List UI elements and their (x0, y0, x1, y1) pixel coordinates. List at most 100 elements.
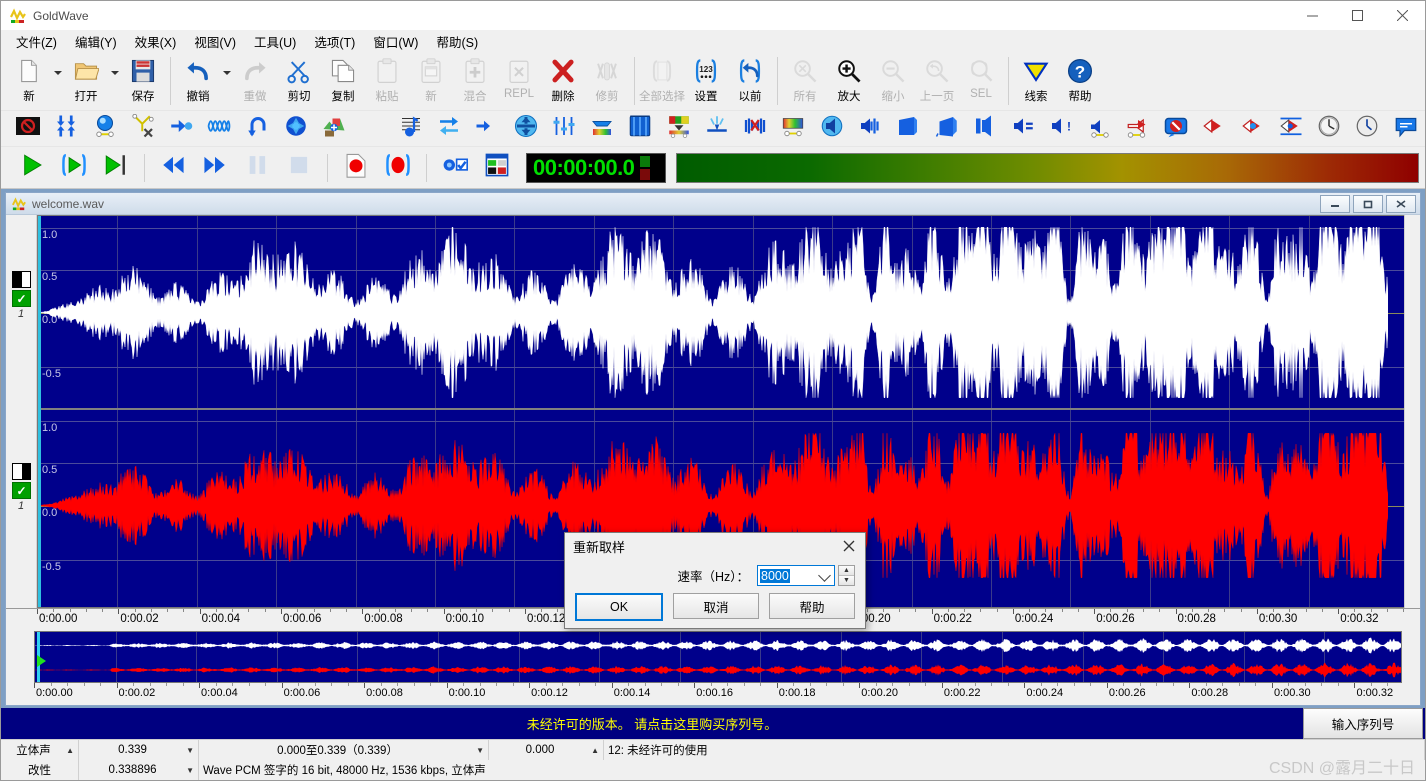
fx-pitch[interactable] (1157, 113, 1195, 144)
menu-effects[interactable]: 效果(X) (126, 30, 186, 53)
fx-chorus[interactable] (966, 113, 1004, 144)
fx-stereo[interactable] (1119, 113, 1157, 144)
fx-shape-volume[interactable] (392, 113, 430, 144)
rate-combobox[interactable]: 8000 (757, 565, 835, 586)
transport-play-to-end[interactable] (95, 151, 137, 185)
rate-spinner[interactable]: ▲ ▼ (838, 565, 855, 586)
spinner-up-icon[interactable]: ▲ (839, 566, 854, 576)
wave-close-button[interactable] (1386, 195, 1416, 213)
wave-minimize-button[interactable] (1320, 195, 1350, 213)
toolbar-delete[interactable]: 删除 (541, 52, 585, 110)
close-button[interactable] (1380, 1, 1425, 30)
transport-play-selection[interactable] (53, 151, 95, 185)
fx-equalizer[interactable] (506, 113, 544, 144)
ok-button[interactable]: OK (575, 593, 663, 621)
channel-right-enable-checkbox[interactable]: ✓ (12, 482, 31, 499)
fx-channel-mixer[interactable] (124, 113, 162, 144)
fx-comment[interactable] (1387, 113, 1425, 144)
fx-mute[interactable] (1195, 113, 1233, 144)
cancel-button[interactable]: 取消 (673, 593, 759, 619)
toolbar-cue[interactable]: 线索 (1014, 52, 1058, 110)
status-time[interactable]: 0.338896 ▼ (79, 760, 199, 780)
transport-record[interactable] (377, 151, 419, 185)
fx-spectrum-filter[interactable] (621, 113, 659, 144)
fx-envelope[interactable] (200, 113, 238, 144)
status-length[interactable]: 0.339 ▼ (79, 740, 199, 760)
fx-maximize[interactable] (315, 113, 353, 144)
menu-help[interactable]: 帮助(S) (427, 30, 487, 53)
fx-none[interactable] (9, 113, 47, 144)
status-length-dropdown-icon[interactable]: ▼ (186, 746, 194, 755)
fx-smoother[interactable] (736, 113, 774, 144)
toolbar-open[interactable]: 打开 (64, 52, 108, 110)
nag-message[interactable]: 未经许可的版本。 请点击这里购买序列号。 (1, 714, 1303, 733)
help-button[interactable]: 帮助 (769, 593, 855, 619)
fx-dynamics2[interactable] (813, 113, 851, 144)
minimize-button[interactable] (1290, 1, 1335, 30)
status-selection[interactable]: 0.000至0.339（0.339） ▼ (199, 740, 489, 760)
menu-file[interactable]: 文件(Z) (7, 30, 66, 53)
transport-rewind[interactable] (152, 151, 194, 185)
fx-pitch-shift[interactable] (1310, 113, 1348, 144)
vertical-scrollbar[interactable] (1404, 215, 1420, 608)
fx-bandpass[interactable] (545, 113, 583, 144)
dialog-close-button[interactable] (833, 533, 865, 559)
playback-cursor[interactable] (38, 216, 41, 607)
fx-resample[interactable] (1234, 113, 1272, 144)
toolbar-set[interactable]: 123 设置 (684, 52, 728, 110)
transport-record-new[interactable] (335, 151, 377, 185)
fx-match-volume[interactable] (277, 113, 315, 144)
fx-flanger[interactable] (889, 113, 927, 144)
fx-fade-in[interactable] (239, 113, 277, 144)
fx-echo[interactable] (851, 113, 889, 144)
status-selection-dropdown-icon[interactable]: ▼ (476, 746, 484, 755)
fx-reverb[interactable] (927, 113, 965, 144)
toolbar-undo[interactable]: 撤销 (176, 52, 220, 110)
channel-left-enable-checkbox[interactable]: ✓ (12, 290, 31, 307)
menu-window[interactable]: 窗口(W) (364, 30, 427, 53)
chevron-down-icon[interactable] (51, 52, 64, 110)
menu-edit[interactable]: 编辑(Y) (66, 30, 126, 53)
maximize-button[interactable] (1335, 1, 1380, 30)
transport-control-panel[interactable] (476, 151, 518, 185)
menu-tools[interactable]: 工具(U) (245, 30, 305, 53)
fx-time-stretch[interactable] (1348, 113, 1386, 144)
transport-fast-forward[interactable] (194, 151, 236, 185)
menu-options[interactable]: 选项(T) (305, 30, 364, 53)
wave-restore-button[interactable] (1353, 195, 1383, 213)
fx-dynamics[interactable] (162, 113, 200, 144)
fx-pan[interactable] (353, 113, 391, 144)
fx-offset[interactable] (468, 113, 506, 144)
fx-directional[interactable] (1004, 113, 1042, 144)
spinner-down-icon[interactable]: ▼ (839, 576, 854, 585)
fx-noise-reduction[interactable] (660, 113, 698, 144)
fx-filter-gate[interactable] (583, 113, 621, 144)
fx-auto-gain[interactable] (86, 113, 124, 144)
fx-volume[interactable] (47, 113, 85, 144)
toolbar-new[interactable]: 新 (7, 52, 51, 110)
fx-volume-alert[interactable] (1080, 113, 1118, 144)
transport-play[interactable] (11, 151, 53, 185)
transport-properties[interactable] (434, 151, 476, 185)
toolbar-copy[interactable]: 复制 (321, 52, 365, 110)
channel-right-pan-icon[interactable] (12, 463, 31, 480)
fx-pop-click[interactable] (698, 113, 736, 144)
enter-serial-button[interactable]: 输入序列号 (1303, 708, 1423, 739)
channel-left-pan-icon[interactable] (12, 271, 31, 288)
fx-doppler[interactable] (774, 113, 812, 144)
status-position-dropdown-icon[interactable]: ▲ (591, 746, 599, 755)
chevron-down-icon[interactable] (220, 52, 233, 110)
overview-waveform[interactable] (34, 631, 1402, 683)
chevron-down-icon[interactable] (108, 52, 121, 110)
toolbar-previous[interactable]: 以前 (728, 52, 772, 110)
fx-invert[interactable] (430, 113, 468, 144)
toolbar-zoom-in[interactable]: 放大 (827, 52, 871, 110)
toolbar-cut[interactable]: 剪切 (277, 52, 321, 110)
toolbar-save[interactable]: 保存 (121, 52, 165, 110)
status-position[interactable]: 0.000 ▲ (489, 740, 604, 760)
chevron-down-icon[interactable] (818, 569, 831, 582)
status-time-dropdown-icon[interactable]: ▼ (186, 766, 194, 775)
status-channels[interactable]: 立体声 ▲ (1, 740, 79, 760)
fx-time-warp[interactable] (1272, 113, 1310, 144)
fx-volume-match[interactable]: ! (1042, 113, 1080, 144)
